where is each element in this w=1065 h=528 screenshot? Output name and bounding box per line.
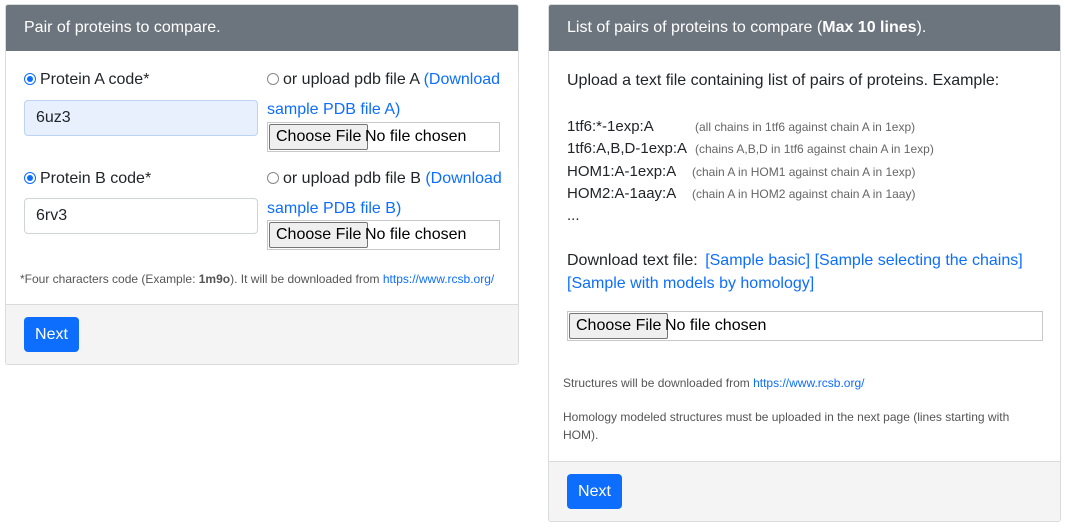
protein-a-code-input[interactable] (24, 100, 258, 136)
protein-a-download-link-cont[interactable]: sample PDB file A) (267, 101, 400, 119)
example-desc: (chain A in HOM1 against chain A in 1exp… (692, 165, 916, 179)
rcsb-link[interactable]: https://www.rcsb.org/ (753, 376, 864, 390)
list-file-input[interactable]: Choose File No file chosen (567, 311, 1043, 341)
protein-b-code-label: Protein B code* (40, 170, 152, 187)
protein-b-radio-row[interactable]: Protein B code* (24, 170, 151, 188)
protein-a-file-input[interactable]: Choose File No file chosen (267, 122, 500, 152)
code-footnote: *Four characters code (Example: 1m9o). I… (20, 272, 494, 286)
list-choose-file-button[interactable]: Choose File (569, 313, 669, 339)
protein-a-no-file-text: No file chosen (365, 128, 467, 145)
download-label: Download text file: (567, 252, 698, 269)
example-code: HOM1:A-1exp:A (567, 163, 677, 180)
protein-b-code-input[interactable] (24, 198, 258, 234)
list-no-file-text: No file chosen (665, 317, 767, 334)
protein-a-upload-label: or upload pdb file A (283, 71, 420, 88)
example-code: 1tf6:*-1exp:A (567, 118, 654, 135)
protein-b-download-link-cont[interactable]: sample PDB file B) (267, 200, 401, 218)
protein-b-choose-file-button[interactable]: Choose File (269, 222, 369, 248)
pair-card: Pair of proteins to compare. Protein A c… (5, 4, 519, 365)
pair-next-button[interactable]: Next (24, 317, 79, 352)
sample-chains-link[interactable]: [Sample selecting the chains] (815, 252, 1023, 269)
protein-b-download-link[interactable]: (Download (425, 170, 501, 187)
protein-b-file-input[interactable]: Choose File No file chosen (267, 220, 500, 250)
structures-prefix: Structures will be downloaded from (563, 376, 754, 390)
protein-a-upload-row[interactable]: or upload pdb file A (Download (267, 71, 500, 89)
pair-card-footer: Next (6, 304, 518, 364)
sample-basic-link[interactable]: [Sample basic] (705, 252, 810, 269)
structures-note: Structures will be downloaded from https… (563, 376, 864, 390)
protein-b-upload-radio[interactable] (267, 172, 279, 184)
footnote-example: 1m9o (198, 272, 231, 286)
sample-homology-link[interactable]: [Sample with models by homology] (567, 275, 814, 293)
example-code: 1tf6:A,B,D-1exp:A (567, 140, 688, 157)
example-code: HOM2:A-1aay:A (567, 185, 677, 202)
protein-b-upload-row[interactable]: or upload pdb file B (Download (267, 170, 502, 188)
protein-a-upload-radio[interactable] (267, 73, 279, 85)
example-ellipsis: ... (567, 207, 580, 224)
protein-b-code-radio[interactable] (24, 172, 36, 184)
download-row: Download text file: [Sample basic] [Samp… (567, 252, 1023, 270)
list-card-footer: Next (549, 461, 1060, 521)
footnote-prefix: *Four characters code (Example: (20, 272, 199, 286)
protein-a-code-radio[interactable] (24, 73, 36, 85)
protein-b-no-file-text: No file chosen (365, 226, 467, 243)
example-desc: (all chains in 1tf6 against chain A in 1… (695, 120, 916, 134)
protein-a-radio-row[interactable]: Protein A code* (24, 71, 149, 89)
list-next-button[interactable]: Next (567, 474, 622, 509)
list-header-end: ). (916, 19, 927, 36)
list-header-main: List of pairs of proteins to compare ( (567, 19, 823, 36)
protein-b-upload-label: or upload pdb file B (283, 170, 421, 187)
protein-a-download-link[interactable]: (Download (424, 71, 500, 88)
list-card: List of pairs of proteins to compare (Ma… (548, 4, 1061, 522)
protein-a-choose-file-button[interactable]: Choose File (269, 124, 369, 150)
homology-note: Homology modeled structures must be uplo… (563, 410, 1010, 424)
list-header-bold: Max 10 lines (822, 19, 917, 36)
example-desc: (chain A in HOM2 against chain A in 1aay… (692, 187, 916, 201)
list-card-header: List of pairs of proteins to compare (Ma… (549, 5, 1060, 51)
footnote-mid: ). It will be downloaded from (230, 272, 383, 286)
protein-a-code-label: Protein A code* (40, 71, 150, 88)
homology-note-cont: HOM). (563, 428, 599, 442)
pair-card-header: Pair of proteins to compare. (6, 5, 518, 51)
example-desc: (chains A,B,D in 1tf6 against chain A in… (695, 142, 934, 156)
list-intro: Upload a text file containing list of pa… (567, 72, 1000, 89)
rcsb-link[interactable]: https://www.rcsb.org/ (383, 272, 494, 286)
